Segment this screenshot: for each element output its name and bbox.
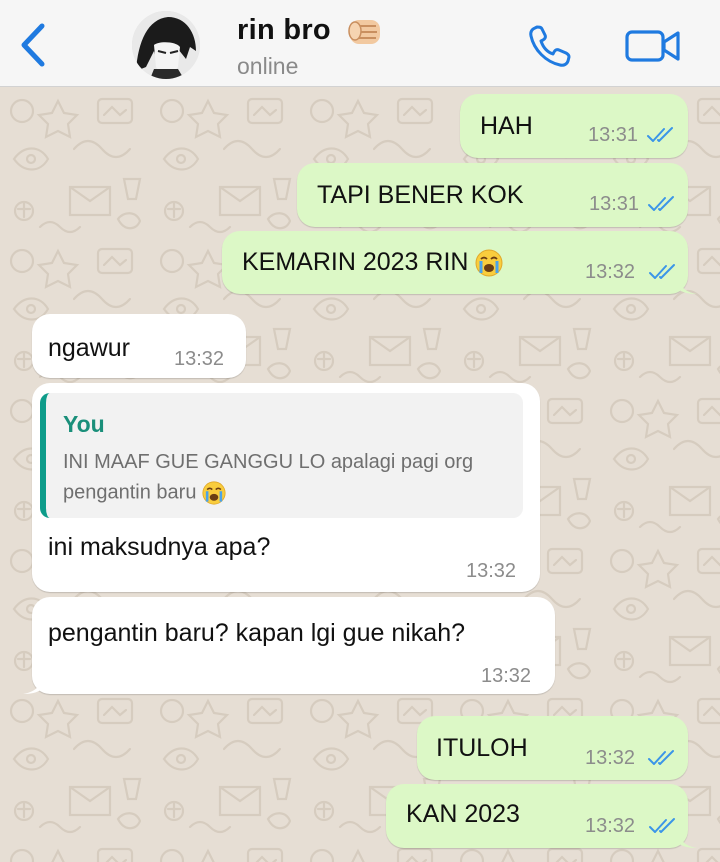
avatar[interactable]	[132, 11, 200, 79]
quoted-author: You	[63, 411, 105, 437]
message-time: 13:32	[585, 261, 636, 283]
message-time: 13:32	[585, 747, 636, 769]
outgoing-message[interactable]: HAH 13:31	[460, 94, 688, 158]
message-text: ini maksudnya apa?	[48, 533, 271, 561]
double-check-icon	[648, 196, 674, 211]
bubble-tail	[23, 676, 43, 694]
outgoing-message[interactable]: KEMARIN 2023 RIN 13:32	[222, 231, 697, 294]
message-time: 13:32	[585, 815, 636, 837]
back-button[interactable]	[14, 22, 54, 68]
video-camera-icon	[625, 30, 680, 62]
outgoing-message[interactable]: ITULOH 13:32	[417, 716, 688, 780]
bubble-tail	[677, 830, 697, 848]
message-text: ngawur	[48, 334, 130, 362]
message-text: HAH	[480, 112, 533, 140]
message-time: 13:32	[174, 348, 225, 370]
incoming-message[interactable]: ngawur 13:32	[32, 314, 246, 378]
double-check-icon	[649, 818, 675, 833]
fist-emoji-icon	[348, 20, 380, 44]
avatar-image	[132, 11, 200, 79]
phone-icon	[529, 25, 571, 67]
chat-header: rin bro online	[0, 0, 720, 87]
message-list[interactable]: HAH 13:31 TAPI BENER KOK 13:31 KEMARIN 2…	[0, 87, 720, 862]
message-text: KAN 2023	[406, 800, 520, 828]
double-check-icon	[649, 264, 675, 279]
loudly-crying-face-emoji-icon	[475, 249, 503, 277]
message-text: ITULOH	[436, 734, 528, 762]
message-time: 13:31	[589, 193, 640, 215]
message-time: 13:32	[466, 560, 517, 582]
message-text: TAPI BENER KOK	[317, 181, 524, 209]
message-time: 13:31	[588, 124, 639, 146]
quoted-text-line: INI MAAF GUE GANGGU LO apalagi pagi org	[63, 451, 474, 473]
incoming-reply-message[interactable]: You INI MAAF GUE GANGGU LO apalagi pagi …	[32, 383, 540, 592]
message-text-content: KEMARIN 2023 RIN	[242, 248, 469, 276]
contact-status: online	[237, 53, 299, 79]
chevron-left-icon	[21, 23, 45, 67]
outgoing-message[interactable]: KAN 2023 13:32	[386, 784, 697, 848]
outgoing-message[interactable]: TAPI BENER KOK 13:31	[297, 163, 688, 227]
quoted-text-content: pengantin baru	[63, 481, 197, 504]
double-check-icon	[647, 127, 673, 142]
message-time: 13:32	[481, 665, 532, 687]
message-text: pengantin baru? kapan lgi gue nikah?	[48, 619, 466, 647]
contact-name[interactable]: rin bro	[237, 14, 331, 47]
incoming-message[interactable]: pengantin baru? kapan lgi gue nikah? 13:…	[23, 597, 555, 694]
double-check-icon	[648, 750, 674, 765]
voice-call-button[interactable]	[526, 24, 574, 68]
quoted-message[interactable]: You INI MAAF GUE GANGGU LO apalagi pagi …	[40, 393, 523, 518]
video-call-button[interactable]	[624, 26, 682, 66]
message-text: KEMARIN 2023 RIN	[242, 248, 503, 277]
bubble-tail	[677, 276, 697, 294]
loudly-crying-face-emoji-icon	[202, 481, 226, 505]
quoted-text-line: pengantin baru	[63, 481, 226, 505]
